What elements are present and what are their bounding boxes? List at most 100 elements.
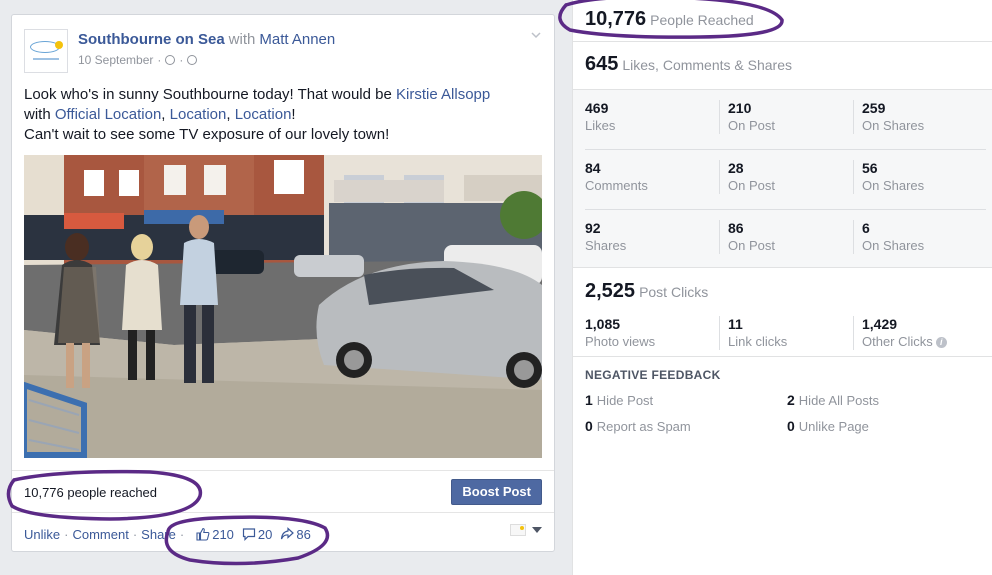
tagged-person-link[interactable]: Matt Annen: [259, 31, 335, 48]
author-line: Southbourne on Sea with Matt Annen: [78, 31, 335, 48]
likes-row: 469 Likes 210 On Post 259 On Shares: [585, 90, 986, 150]
neg-label: Hide Post: [596, 393, 654, 408]
stat-label: On Shares: [862, 238, 925, 253]
page-mini-avatar: [510, 524, 526, 536]
stat-label: On Post: [728, 118, 775, 133]
clock-icon: [165, 55, 176, 65]
neg-value: 1: [585, 392, 593, 408]
message-text: Look who's in sunny Southbourne today! T…: [24, 86, 397, 103]
hide-post-stat: 1 Hide Post: [585, 392, 653, 408]
globe-icon[interactable]: [187, 55, 198, 65]
people-reached-label: People Reached: [650, 12, 754, 28]
unlike-page-stat: 0 Unlike Page: [787, 418, 869, 434]
engagement-breakdown: 469 Likes 210 On Post 259 On Shares 84 Comme…: [573, 90, 992, 268]
stat-value: 84: [585, 160, 601, 176]
message-text: !: [291, 106, 296, 123]
post-insights-panel: 10,776 People Reached 645 Likes, Comments …: [572, 0, 992, 575]
stat-label: Photo views: [585, 334, 656, 349]
message-text: Can't wait to see some TV exposure of ou…: [24, 126, 390, 143]
comment-count[interactable]: 20: [242, 527, 272, 542]
stat-label: On Shares: [862, 178, 925, 193]
stat-label: Other Clicks: [862, 334, 933, 349]
share-count-value: 86: [296, 526, 311, 542]
action-separator: ·: [132, 526, 138, 542]
stat-value: 92: [585, 220, 601, 236]
stat-value: 469: [585, 100, 609, 116]
engagement-label: Likes, Comments & Shares: [622, 57, 792, 73]
people-reached-value: 10,776: [585, 8, 647, 30]
meta-separator: ·: [179, 53, 184, 67]
location-tag-link[interactable]: Location: [170, 106, 227, 123]
action-separator: ·: [179, 526, 185, 542]
action-separator: ·: [64, 526, 69, 542]
stat-label: Shares: [585, 238, 627, 253]
stat-value: 1,085: [585, 316, 621, 332]
post-clicks-label: Post Clicks: [639, 284, 709, 300]
stat-value: 1,429: [862, 316, 898, 332]
post-clicks-header: 2,525 Post Clicks: [585, 280, 708, 303]
neg-label: Hide All Posts: [798, 393, 879, 408]
stat-value: 11: [728, 316, 743, 332]
clicks-breakdown: 1,085 Photo views 11 Link clicks 1,429 Othe…: [585, 310, 986, 350]
stat-label: On Post: [728, 178, 775, 193]
message-text: with: [24, 106, 55, 123]
meta-separator: ·: [157, 53, 162, 67]
stat-value: 259: [862, 100, 886, 116]
shares-row: 92 Shares 86 On Post 6 On Shares: [585, 210, 986, 270]
people-reached-link[interactable]: 10,776 people reached: [24, 485, 157, 500]
like-count-value: 210: [212, 526, 234, 542]
mention-link[interactable]: Kirstie Allsopp: [396, 86, 490, 103]
with-text: with: [228, 31, 256, 48]
post-card: Southbourne on Sea with Matt Annen 10 Sept…: [11, 14, 555, 552]
hide-all-posts-stat: 2 Hide All Posts: [787, 392, 879, 408]
negative-feedback-title: NEGATIVE FEEDBACK: [585, 368, 721, 382]
info-icon[interactable]: i: [935, 337, 947, 348]
chevron-down-icon[interactable]: [530, 29, 542, 41]
thumbs-up-icon: [196, 527, 210, 541]
share-count[interactable]: 86: [280, 526, 311, 542]
engagement-value: 645: [585, 53, 619, 75]
neg-value: 0: [585, 418, 593, 434]
stat-value: 210: [728, 100, 752, 116]
neg-label: Unlike Page: [798, 419, 869, 434]
comment-count-value: 20: [257, 526, 273, 542]
reach-bar: 10,776 people reached Boost Post: [12, 470, 554, 513]
message-text: ,: [161, 106, 170, 123]
stat-label: Link clicks: [728, 334, 788, 349]
report-spam-stat: 0 Report as Spam: [585, 418, 691, 434]
neg-value: 2: [787, 392, 795, 408]
boost-post-button[interactable]: Boost Post: [451, 479, 542, 505]
message-text: ,: [226, 106, 235, 123]
neg-value: 0: [787, 418, 795, 434]
post-meta: 10 September · ·: [78, 53, 198, 67]
post-actions: Unlike · Comment · Share · 210 20 86: [24, 522, 542, 546]
post-as-selector[interactable]: [510, 524, 542, 536]
stat-value: 28: [728, 160, 744, 176]
stat-value: 86: [728, 220, 744, 236]
stat-label: Likes: [585, 118, 616, 133]
location-tag-link[interactable]: Official Location: [55, 106, 161, 123]
stat-label: Comments: [585, 178, 648, 193]
post-date[interactable]: 10 September: [78, 53, 153, 67]
like-count[interactable]: 210: [196, 527, 234, 542]
comment-bubble-icon: [242, 528, 256, 541]
page-name-link[interactable]: Southbourne on Sea: [78, 31, 225, 48]
stat-value: 56: [862, 160, 878, 176]
page-avatar[interactable]: [24, 29, 68, 73]
share-link[interactable]: Share: [141, 527, 176, 542]
stat-label: On Post: [728, 238, 775, 253]
engagement-header: 645 Likes, Comments & Shares: [573, 42, 992, 90]
unlike-link[interactable]: Unlike: [24, 527, 60, 542]
post-message: Look who's in sunny Southbourne today! T…: [24, 85, 544, 145]
post-clicks-value: 2,525: [585, 280, 636, 302]
post-photo[interactable]: [24, 155, 542, 458]
stat-label: On Shares: [862, 118, 925, 133]
stat-value: 6: [862, 220, 870, 236]
neg-label: Report as Spam: [596, 419, 691, 434]
share-arrow-icon: [281, 527, 295, 540]
divider: [573, 356, 992, 357]
comment-link[interactable]: Comment: [72, 527, 128, 542]
comments-row: 84 Comments 28 On Post 56 On Shares: [585, 150, 986, 210]
post-header: Southbourne on Sea with Matt Annen 10 Sept…: [24, 27, 542, 75]
location-tag-link[interactable]: Location: [235, 106, 292, 123]
